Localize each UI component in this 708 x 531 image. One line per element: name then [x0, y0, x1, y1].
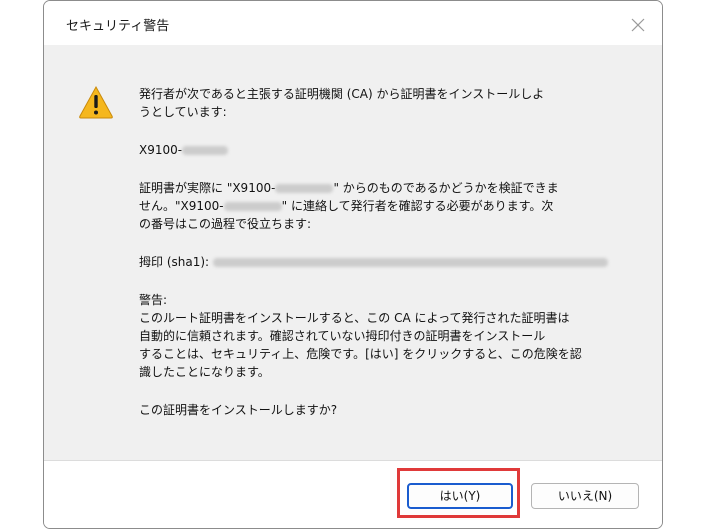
- dialog-content: 発行者が次であると主張する証明機関 (CA) から証明書をインストールしよ うと…: [44, 45, 662, 460]
- warning-line-1: このルート証明書をインストールすると、この CA によって発行された証明書は: [139, 311, 570, 325]
- intro-paragraph: 発行者が次であると主張する証明機関 (CA) から証明書をインストールしよ うと…: [139, 85, 639, 121]
- verify-line-1-end: " からのものであるかどうかを検証できま: [333, 181, 559, 195]
- warning-icon: [79, 85, 113, 119]
- window-title: セキュリティ警告: [66, 19, 170, 34]
- intro-line-2: うとしています:: [139, 105, 227, 119]
- message-text: 発行者が次であると主張する証明機関 (CA) から証明書をインストールしよ うと…: [139, 85, 639, 439]
- warning-paragraph: 警告: このルート証明書をインストールすると、この CA によって発行された証明…: [139, 291, 639, 381]
- verify-line-2: せん。"X9100- " に連絡して発行者を確認する必要があります。次: [139, 197, 639, 215]
- verify-line-2-end: " に連絡して発行者を確認する必要があります。次: [281, 199, 554, 213]
- redacted-issuer: [275, 184, 334, 193]
- warning-line-2: 自動的に信頼されます。確認されていない拇印付きの証明書をインストール: [139, 329, 546, 343]
- verify-line-1: 証明書が実際に "X9100- " からのものであるかどうかを検証できま: [139, 179, 639, 197]
- issuer-name: X9100-: [139, 141, 639, 159]
- thumbprint-row: 拇印 (sha1):: [139, 253, 639, 271]
- title-bar: セキュリティ警告: [44, 1, 662, 45]
- close-button[interactable]: [626, 13, 650, 37]
- security-warning-dialog: セキュリティ警告 発行者が次であると主張する証明機関 (CA) から証明書をイン…: [43, 0, 663, 529]
- verify-paragraph: 証明書が実際に "X9100- " からのものであるかどうかを検証できま せん。"…: [139, 179, 639, 233]
- warning-line-3: することは、セキュリティ上、危険です。[はい] をクリックすると、この危険を認: [139, 347, 582, 361]
- redacted-thumbprint: [212, 258, 608, 267]
- warning-heading: 警告:: [139, 293, 168, 307]
- thumbprint-label: 拇印 (sha1):: [139, 255, 210, 269]
- no-button[interactable]: いいえ(N): [531, 483, 639, 509]
- button-bar: はい(Y) いいえ(N): [44, 460, 662, 528]
- verify-line-2-start: せん。"X9100-: [139, 199, 224, 213]
- redacted-issuer: [223, 202, 282, 211]
- verify-line-3: の番号はこの過程で役立ちます:: [139, 217, 312, 231]
- intro-line-1: 発行者が次であると主張する証明機関 (CA) から証明書をインストールしよ: [139, 87, 545, 101]
- verify-line-1-start: 証明書が実際に "X9100-: [139, 181, 276, 195]
- close-icon: [631, 18, 645, 32]
- install-question: この証明書をインストールしますか?: [139, 403, 338, 417]
- yes-button[interactable]: はい(Y): [407, 483, 513, 509]
- redacted-issuer: [182, 146, 229, 155]
- warning-line-4: 識したことになります。: [139, 365, 270, 379]
- issuer-prefix: X9100-: [139, 143, 183, 157]
